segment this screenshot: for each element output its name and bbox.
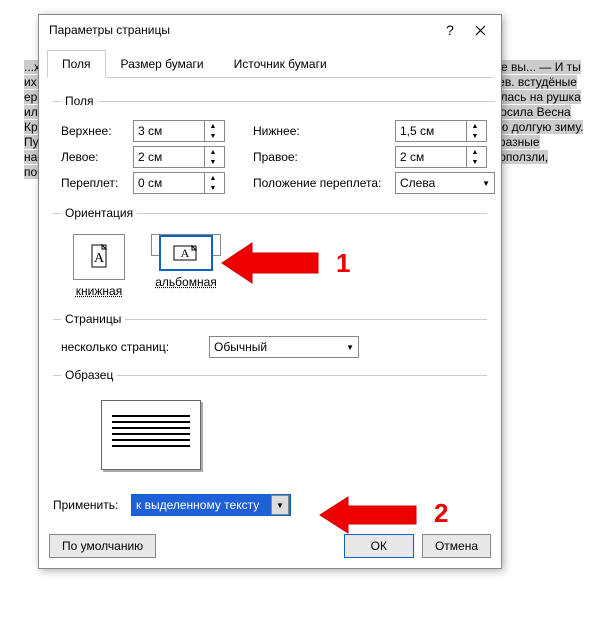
gutter-label: Переплет: bbox=[61, 176, 133, 190]
chevron-down-icon: ▼ bbox=[482, 179, 490, 188]
margins-legend: Поля bbox=[61, 94, 98, 108]
annotation-label-2: 2 bbox=[434, 498, 448, 529]
bottom-margin-input[interactable] bbox=[396, 121, 466, 141]
spin-up-icon[interactable]: ▲ bbox=[205, 121, 221, 131]
spin-down-icon[interactable]: ▼ bbox=[205, 183, 221, 193]
tab-margins[interactable]: Поля bbox=[47, 50, 106, 78]
dialog-title: Параметры страницы bbox=[49, 23, 435, 37]
multipage-label: несколько страниц: bbox=[61, 340, 209, 354]
bottom-margin-field[interactable]: ▲▼ bbox=[395, 120, 487, 142]
top-margin-input[interactable] bbox=[134, 121, 204, 141]
cancel-button[interactable]: Отмена bbox=[422, 534, 491, 558]
tab-paper-size[interactable]: Размер бумаги bbox=[106, 50, 219, 78]
spin-up-icon[interactable]: ▲ bbox=[205, 147, 221, 157]
top-margin-label: Верхнее: bbox=[61, 124, 133, 138]
left-margin-field[interactable]: ▲▼ bbox=[133, 146, 225, 168]
left-margin-input[interactable] bbox=[134, 147, 204, 167]
spin-down-icon[interactable]: ▼ bbox=[467, 131, 483, 141]
annotation-label-1: 1 bbox=[336, 248, 350, 279]
apply-value: к выделенному тексту bbox=[136, 498, 259, 512]
gutter-input[interactable] bbox=[134, 173, 204, 193]
margins-group: Поля Верхнее: ▲▼ Нижнее: ▲▼ Левое: ▲▼ bbox=[53, 94, 495, 196]
portrait-icon: A bbox=[73, 234, 125, 280]
sample-group: Образец bbox=[53, 368, 487, 482]
dialog-titlebar: Параметры страницы ? bbox=[39, 15, 501, 45]
multipage-select[interactable]: Обычный ▼ bbox=[209, 336, 359, 358]
gutter-pos-label: Положение переплета: bbox=[253, 176, 395, 190]
tab-paper-source[interactable]: Источник бумаги bbox=[219, 50, 342, 78]
ok-button[interactable]: ОК bbox=[344, 534, 414, 558]
apply-row: Применить: к выделенному тексту ▼ bbox=[53, 492, 487, 524]
bottom-margin-label: Нижнее: bbox=[253, 124, 395, 138]
dialog-button-bar: По умолчанию ОК Отмена bbox=[39, 528, 501, 568]
close-button[interactable] bbox=[465, 16, 495, 44]
apply-label: Применить: bbox=[53, 498, 131, 512]
dialog-tabs: Поля Размер бумаги Источник бумаги bbox=[47, 45, 493, 78]
page-preview bbox=[101, 400, 201, 470]
spin-up-icon[interactable]: ▲ bbox=[467, 147, 483, 157]
top-margin-field[interactable]: ▲▼ bbox=[133, 120, 225, 142]
pages-group: Страницы несколько страниц: Обычный ▼ bbox=[53, 312, 487, 358]
pages-legend: Страницы bbox=[61, 312, 125, 326]
gutter-pos-select[interactable]: Слева ▼ bbox=[395, 172, 495, 194]
right-margin-label: Правое: bbox=[253, 150, 395, 164]
gutter-field[interactable]: ▲▼ bbox=[133, 172, 225, 194]
portrait-label: книжная bbox=[76, 284, 122, 298]
gutter-pos-value: Слева bbox=[400, 176, 435, 190]
orientation-legend: Ориентация bbox=[61, 206, 137, 220]
page-setup-dialog: Параметры страницы ? Поля Размер бумаги … bbox=[38, 14, 502, 569]
right-margin-field[interactable]: ▲▼ bbox=[395, 146, 487, 168]
left-margin-label: Левое: bbox=[61, 150, 133, 164]
spin-down-icon[interactable]: ▼ bbox=[467, 157, 483, 167]
svg-text:A: A bbox=[181, 246, 190, 260]
spin-down-icon[interactable]: ▼ bbox=[205, 157, 221, 167]
spin-down-icon[interactable]: ▼ bbox=[205, 131, 221, 141]
sample-legend: Образец bbox=[61, 368, 117, 382]
right-margin-input[interactable] bbox=[396, 147, 466, 167]
landscape-icon: A bbox=[159, 235, 213, 271]
landscape-label: альбомная bbox=[155, 275, 217, 289]
orientation-portrait[interactable]: A книжная bbox=[69, 234, 129, 298]
orientation-group: Ориентация A книжная A альбомная bbox=[53, 206, 487, 302]
spin-up-icon[interactable]: ▲ bbox=[467, 121, 483, 131]
svg-text:A: A bbox=[94, 251, 105, 266]
spin-up-icon[interactable]: ▲ bbox=[205, 173, 221, 183]
chevron-down-icon: ▼ bbox=[346, 343, 354, 352]
multipage-value: Обычный bbox=[214, 340, 267, 354]
apply-select[interactable]: к выделенному тексту ▼ bbox=[131, 494, 291, 516]
help-button[interactable]: ? bbox=[435, 16, 465, 44]
chevron-down-icon: ▼ bbox=[271, 495, 289, 515]
default-button[interactable]: По умолчанию bbox=[49, 534, 156, 558]
orientation-landscape[interactable]: A альбомная bbox=[151, 234, 221, 256]
